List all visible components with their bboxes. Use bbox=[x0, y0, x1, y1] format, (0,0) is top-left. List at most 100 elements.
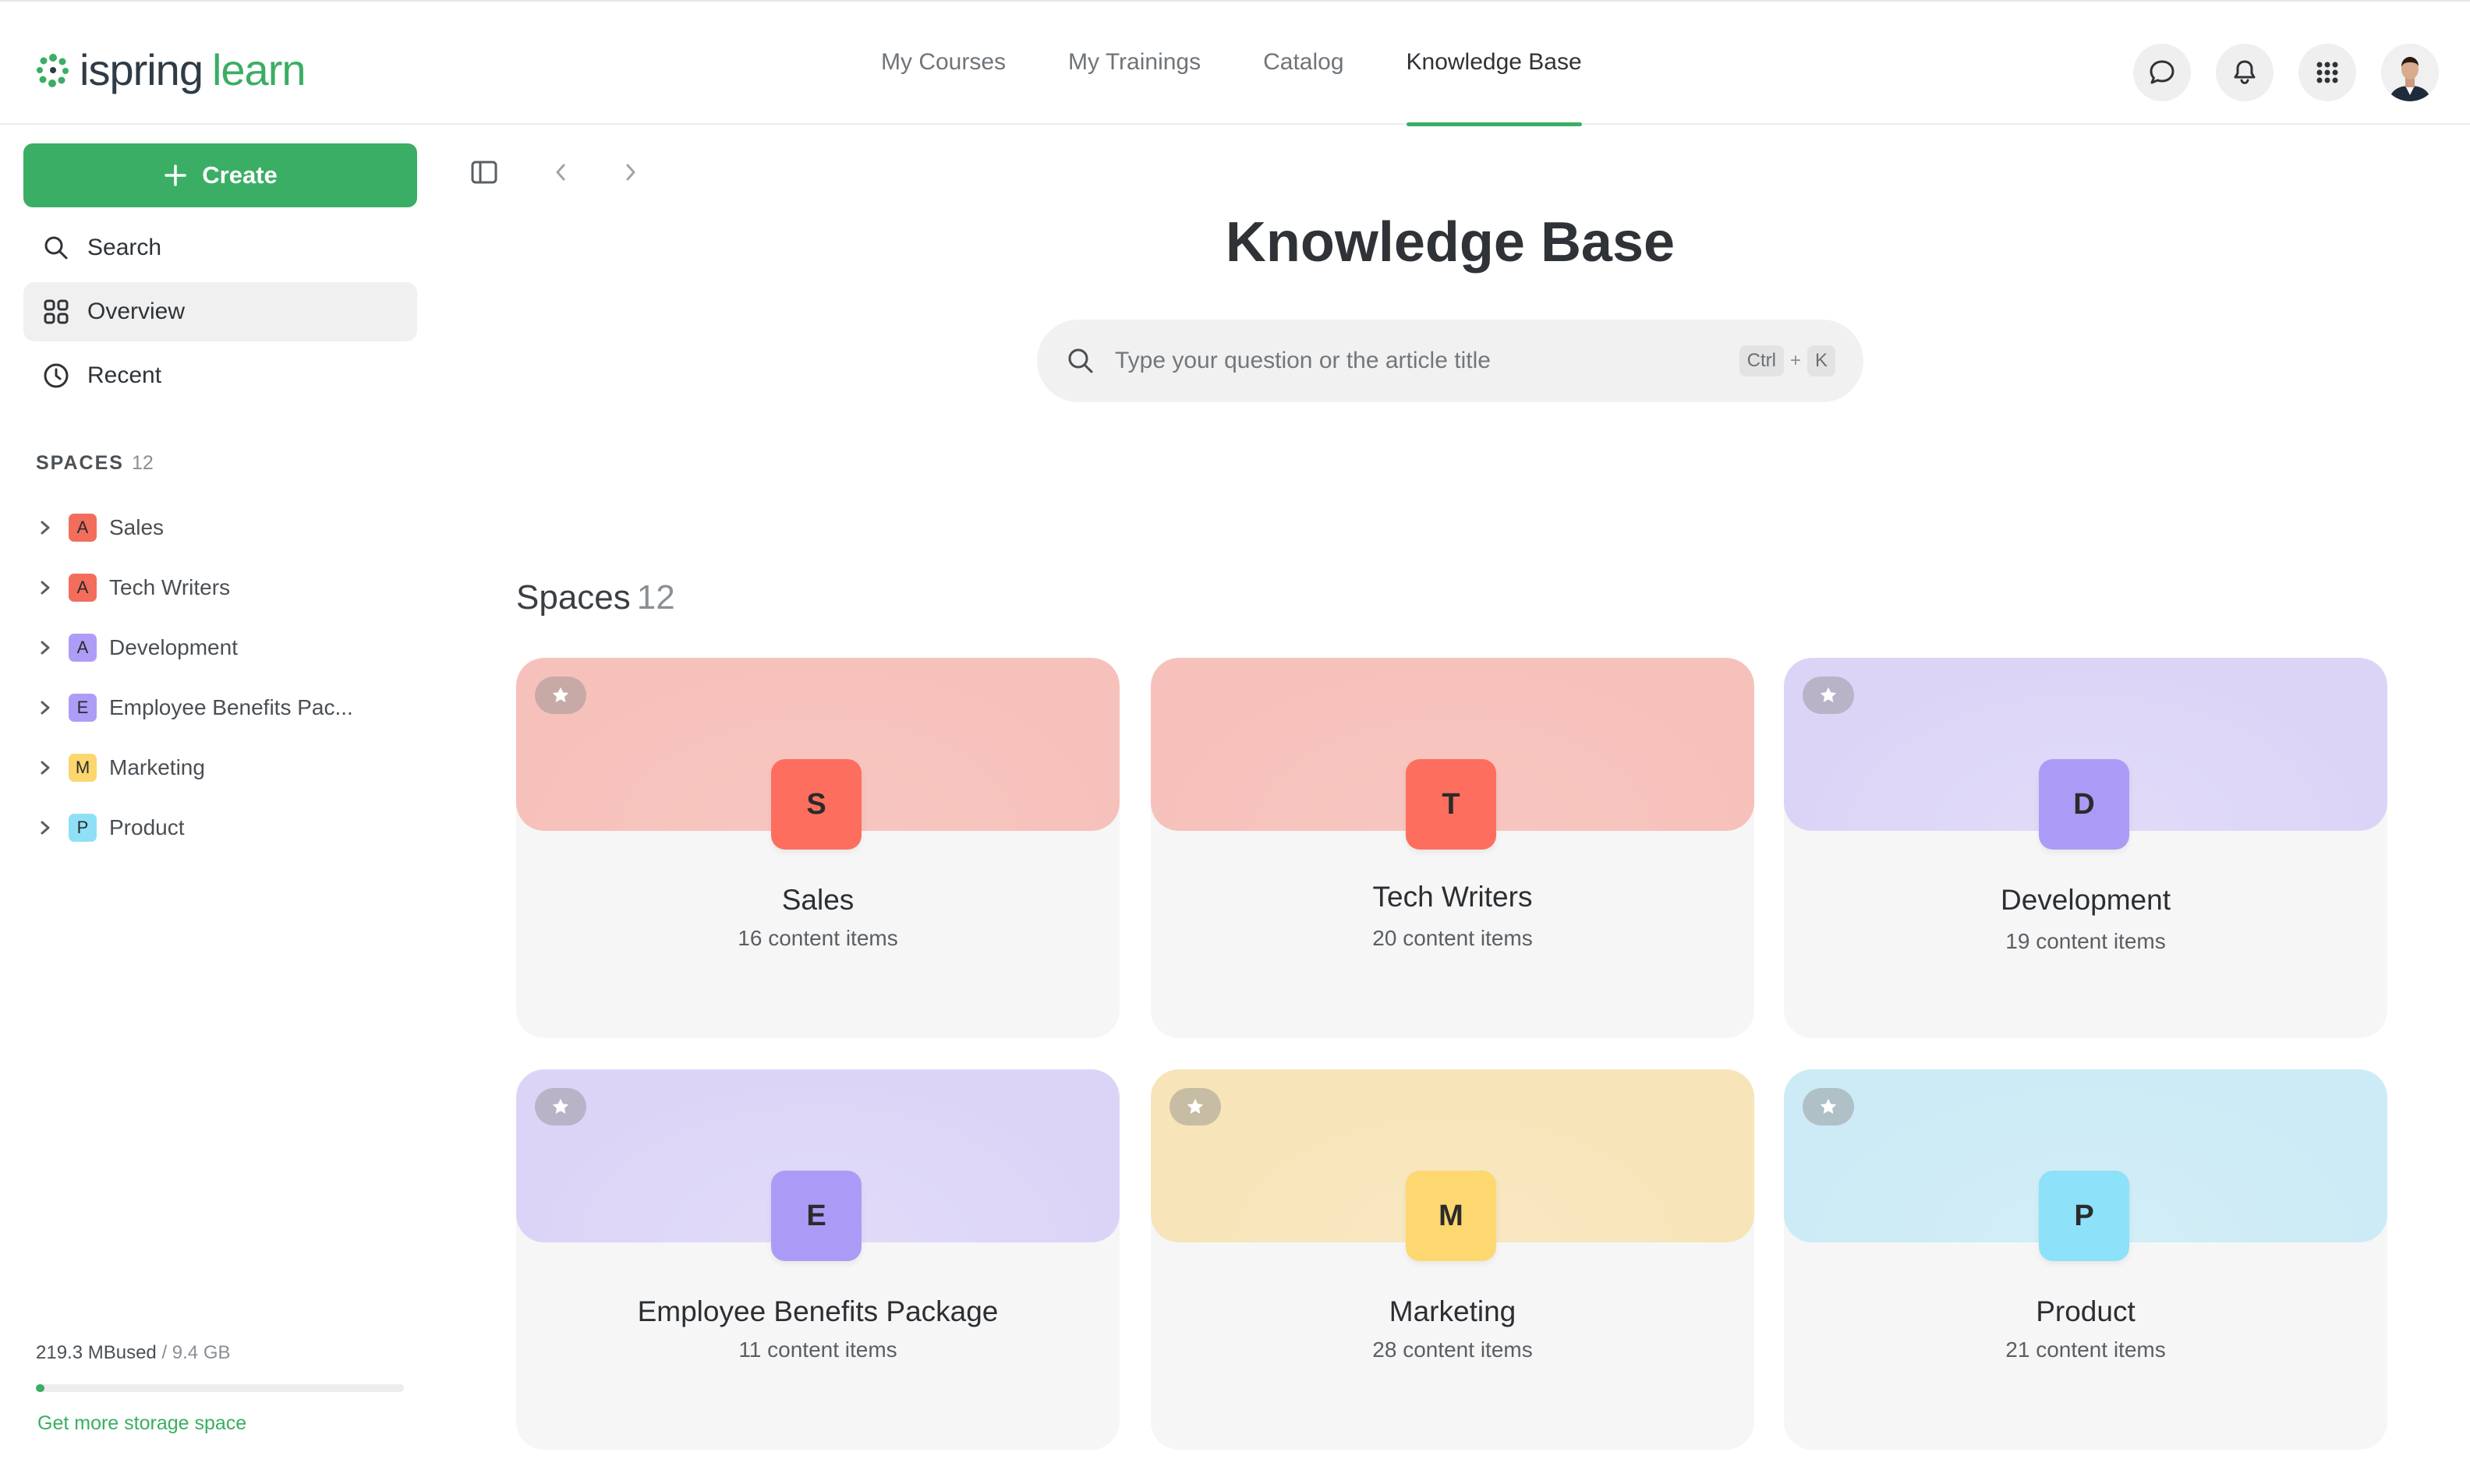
space-card-tech-writers[interactable]: T Tech Writers 20 content items bbox=[1151, 658, 1754, 1038]
storage-total: / 9.4 GB bbox=[156, 1342, 231, 1363]
sidebar-space-product[interactable]: P Product bbox=[34, 802, 424, 853]
sidebar-item-label: Search bbox=[87, 235, 162, 260]
nav-catalog[interactable]: Catalog bbox=[1232, 0, 1375, 125]
storage-used: 219.3 MBused bbox=[36, 1342, 157, 1363]
apps-button[interactable] bbox=[2298, 44, 2356, 101]
space-content-count: 21 content items bbox=[2005, 1337, 2166, 1362]
space-letter-badge: T bbox=[1406, 759, 1496, 850]
favorite-button[interactable] bbox=[535, 1088, 586, 1125]
space-letter-badge: A bbox=[69, 634, 97, 662]
sidebar-space-tech-writers[interactable]: A Tech Writers bbox=[34, 562, 424, 613]
sidebar-space-employee-benefits[interactable]: E Employee Benefits Pac... bbox=[34, 682, 424, 733]
plus-icon bbox=[165, 164, 186, 186]
space-letter-badge: P bbox=[2039, 1171, 2129, 1261]
storage-progress-bar bbox=[36, 1384, 404, 1392]
favorite-button[interactable] bbox=[1803, 677, 1854, 714]
knowledge-search[interactable]: Type your question or the article title … bbox=[1037, 320, 1863, 402]
space-card-employee-benefits[interactable]: E Employee Benefits Package 11 content i… bbox=[516, 1069, 1120, 1450]
space-letter-badge: M bbox=[1406, 1171, 1496, 1261]
nav-knowledge-base[interactable]: Knowledge Base bbox=[1375, 0, 1613, 126]
create-button[interactable]: Create bbox=[23, 143, 417, 207]
space-name: Product bbox=[109, 815, 185, 839]
star-icon bbox=[552, 1098, 569, 1114]
space-name: Development bbox=[109, 635, 238, 659]
space-name: Tech Writers bbox=[1372, 881, 1533, 913]
search-icon bbox=[44, 236, 68, 260]
notifications-button[interactable] bbox=[2216, 44, 2274, 101]
search-icon bbox=[1068, 348, 1093, 373]
space-card-development[interactable]: D Development 19 content items bbox=[1784, 658, 2387, 1038]
spaces-header-label: SPACES bbox=[36, 452, 124, 474]
sidebar-item-search[interactable]: Search bbox=[23, 218, 417, 277]
toggle-sidebar-button[interactable] bbox=[465, 153, 504, 192]
back-button[interactable] bbox=[541, 153, 580, 192]
sidebar-item-recent[interactable]: Recent bbox=[23, 346, 417, 405]
clock-icon bbox=[44, 363, 69, 388]
space-card-marketing[interactable]: M Marketing 28 content items bbox=[1151, 1069, 1754, 1450]
top-header: ispring learn My Courses My Trainings Cat… bbox=[0, 0, 2470, 126]
header-actions bbox=[2133, 44, 2439, 101]
main-nav: My Courses My Trainings Catalog Knowledg… bbox=[850, 0, 1613, 126]
chevron-right-icon[interactable] bbox=[34, 578, 56, 597]
space-card-product[interactable]: P Product 21 content items bbox=[1784, 1069, 2387, 1450]
star-icon bbox=[552, 687, 569, 702]
space-letter-badge: A bbox=[69, 514, 97, 542]
space-name: Employee Benefits Package bbox=[637, 1295, 999, 1327]
chevron-left-icon bbox=[556, 164, 565, 181]
chevron-right-icon bbox=[626, 164, 635, 181]
space-letter-badge: A bbox=[69, 574, 97, 602]
space-content-count: 11 content items bbox=[738, 1337, 897, 1362]
space-content-count: 20 content items bbox=[1372, 926, 1533, 950]
space-name: Marketing bbox=[1389, 1295, 1516, 1327]
space-name: Marketing bbox=[109, 755, 205, 779]
logo-word-ispring: ispring bbox=[80, 45, 203, 94]
space-content-count: 19 content items bbox=[2005, 929, 2166, 953]
favorite-button[interactable] bbox=[1170, 1088, 1221, 1125]
logo-icon bbox=[37, 54, 69, 87]
space-name: Sales bbox=[781, 884, 855, 916]
space-name: Sales bbox=[109, 515, 165, 539]
sidebar-item-overview[interactable]: Overview bbox=[23, 282, 417, 341]
spaces-section-header: SPACES 12 bbox=[36, 452, 154, 475]
chevron-right-icon[interactable] bbox=[34, 518, 56, 537]
user-avatar[interactable] bbox=[2381, 44, 2439, 101]
sidebar-space-development[interactable]: A Development bbox=[34, 622, 424, 673]
kbd-plus: + bbox=[1789, 350, 1801, 371]
app-logo[interactable]: ispring learn bbox=[34, 45, 306, 95]
space-card-sales[interactable]: S Sales 16 content items bbox=[516, 658, 1120, 1038]
sidebar-item-label: Overview bbox=[87, 299, 186, 324]
get-more-storage-link[interactable]: Get more storage space bbox=[37, 1412, 246, 1435]
space-letter-badge: D bbox=[2039, 759, 2129, 850]
nav-my-courses[interactable]: My Courses bbox=[850, 0, 1037, 125]
bell-icon bbox=[2234, 60, 2256, 84]
chevron-right-icon[interactable] bbox=[34, 638, 56, 657]
space-name: Tech Writers bbox=[109, 575, 231, 599]
sidebar: Create Search Overview Recent SPACES 12 A… bbox=[0, 126, 437, 1484]
sidebar-item-label: Recent bbox=[87, 362, 162, 388]
sidebar-space-marketing[interactable]: M Marketing bbox=[34, 742, 424, 793]
logo-word-learn: learn bbox=[211, 45, 306, 94]
space-letter-badge: P bbox=[69, 814, 97, 842]
keyboard-shortcut: Ctrl + K bbox=[1739, 345, 1835, 376]
chevron-right-icon[interactable] bbox=[34, 818, 56, 837]
sidebar-toggle-icon bbox=[471, 161, 497, 184]
spaces-header-count: 12 bbox=[131, 452, 154, 474]
chat-button[interactable] bbox=[2133, 44, 2191, 101]
search-placeholder[interactable]: Type your question or the article title bbox=[1115, 348, 1721, 374]
space-letter-badge: E bbox=[771, 1171, 862, 1261]
kbd-ctrl: Ctrl bbox=[1739, 345, 1784, 376]
grid-icon bbox=[44, 299, 69, 324]
nav-my-trainings[interactable]: My Trainings bbox=[1037, 0, 1232, 125]
favorite-button[interactable] bbox=[535, 677, 586, 714]
storage-usage: 219.3 MBused / 9.4 GB bbox=[36, 1342, 231, 1364]
space-content-count: 16 content items bbox=[738, 926, 898, 950]
chat-icon bbox=[2150, 60, 2175, 84]
chevron-right-icon[interactable] bbox=[34, 698, 56, 717]
forward-button[interactable] bbox=[611, 153, 650, 192]
space-name: Employee Benefits Pac... bbox=[109, 695, 353, 719]
favorite-button[interactable] bbox=[1803, 1088, 1854, 1125]
storage-progress-fill bbox=[36, 1384, 44, 1392]
star-icon bbox=[1820, 1098, 1837, 1114]
chevron-right-icon[interactable] bbox=[34, 758, 56, 777]
sidebar-space-sales[interactable]: A Sales bbox=[34, 502, 424, 553]
